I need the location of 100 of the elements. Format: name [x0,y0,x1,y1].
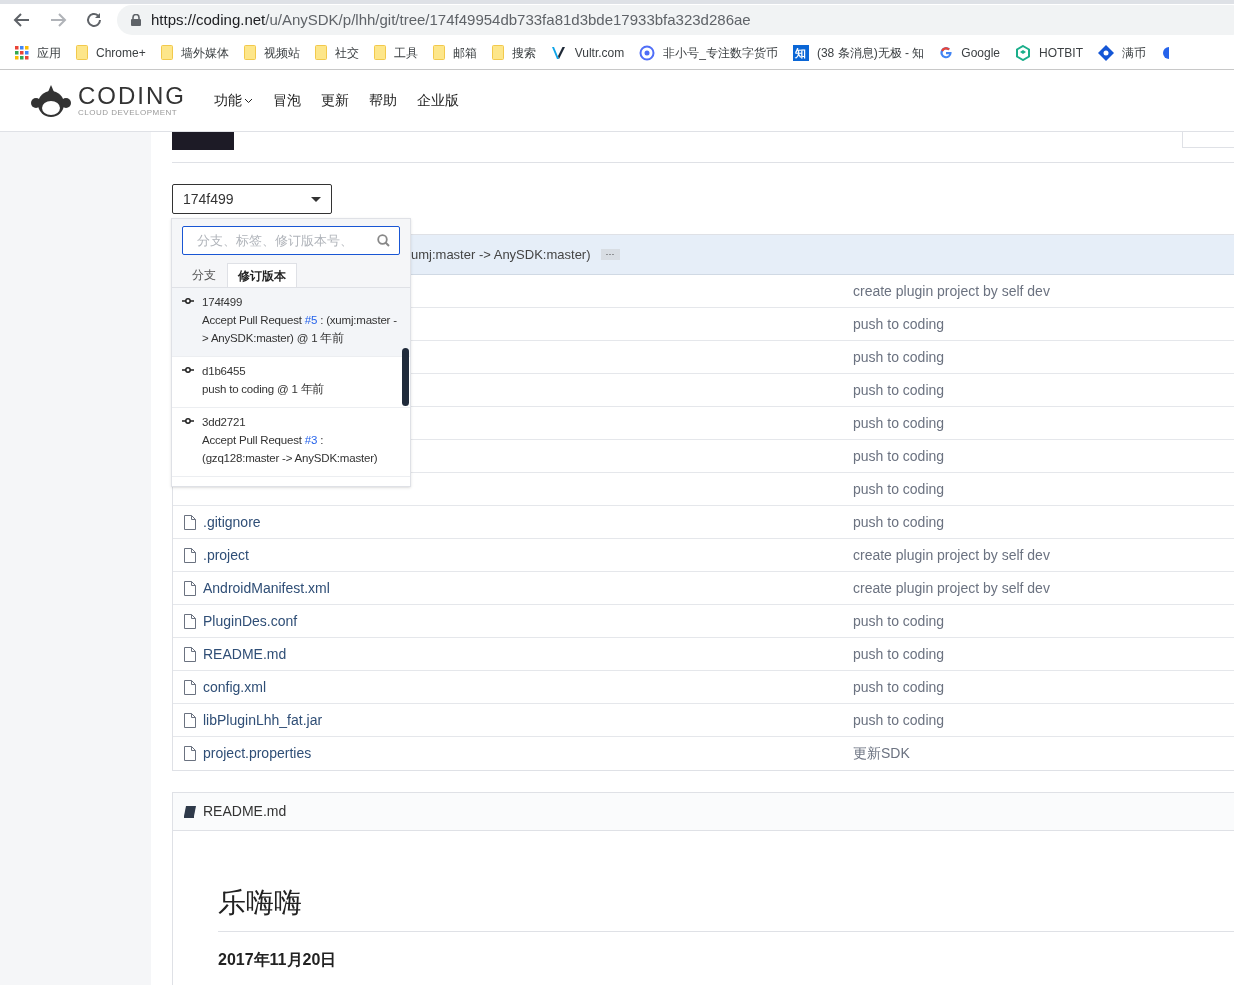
v-logo-icon [550,45,567,60]
folder-icon [160,45,173,60]
file-icon [184,746,196,761]
commit-message: push to coding [853,710,945,730]
file-icon [184,547,196,563]
file-icon [184,712,196,728]
bookmark-link[interactable]: 社交 [334,43,359,62]
commit-message: create plugin project by self dev [853,578,1050,598]
search-icon [377,234,390,247]
bookmark-link[interactable]: Chrome+ [96,43,146,62]
g-logo-icon [939,45,954,60]
bookmark-link[interactable]: 墙外媒体 [180,43,229,62]
commit-message: create plugin project by self dev [853,545,1050,565]
bookmark-link[interactable]: Vultr.com [574,43,625,62]
commit-message: push to coding [853,446,945,466]
bookmark-link[interactable]: 非小号_专注数字货币 [663,43,778,62]
blob-logo-icon [1161,45,1169,60]
dark-block [172,132,234,150]
nav-link[interactable]: 功能 [214,90,253,111]
bookmark-link[interactable]: 邮箱 [452,43,477,62]
ref-select[interactable]: 174f499 [172,184,332,214]
caret-icon [311,196,321,202]
commit-message: Accept Pull Request #5 : (xumj:master -> AnySDK:master) @ 1 年前 [202,313,398,346]
file-icon [184,514,196,530]
commit-icon [182,298,194,304]
logo-subtitle: CLOUD DEVELOPMENT [78,108,179,117]
file-link[interactable]: README.md [203,643,287,665]
bookmark-link[interactable]: 满币 [1122,43,1146,62]
bookmark-link[interactable]: 应用 [37,43,61,62]
chevron-down-icon [244,97,253,104]
reload-icon[interactable] [85,11,103,29]
commit-message: push to coding [853,512,945,532]
menu-tab[interactable]: 分支 [182,263,226,287]
menu-tab[interactable]: 修订版本 [227,263,297,287]
readme-heading: 乐嗨嗨 [218,885,1234,932]
commit-hash: 3dd2721 [202,415,247,430]
readme-date: 2017年11月20日 [218,950,338,970]
commit-message: 更新SDK [853,744,910,763]
file-link[interactable]: .project [203,544,249,566]
commit-item[interactable]: 3dd2721 Accept Pull Request #3 : (gzq128:master -> AnySDK:master) [172,408,410,477]
scrollbar-thumb[interactable] [402,348,409,406]
bookmark-link[interactable]: 工具 [393,43,418,62]
file-icon [184,679,196,695]
readme-title: README.md [203,802,287,821]
commit-item[interactable]: 174f499 Accept Pull Request #5 : (xumj:master -> AnySDK:master) @ 1 年前 [172,288,410,357]
commit-message: push to coding [853,479,945,499]
commit-message: push to coding [853,611,945,631]
folder-icon [432,45,445,60]
logo-text: CODING [78,84,186,108]
nav-link[interactable]: 帮助 [369,90,397,111]
file-link[interactable]: PluginDes.conf [203,610,298,632]
folder-icon [76,45,88,60]
commit-message: push to coding [853,644,945,664]
commit-message: umj:master -> AnySDK:master) [411,245,591,264]
search-field[interactable]: 分支、标签、修订版本号、 [182,226,400,255]
commit-hash: d1b6455 [202,364,247,379]
back-icon[interactable] [13,11,31,29]
more-button[interactable]: ··· [600,249,620,260]
bookmark-link[interactable]: 视频站 [263,43,300,62]
apps-grid-icon [15,45,29,60]
commit-message: push to coding @ 1 年前 [202,382,325,397]
pull-request-link[interactable]: #5 [304,314,318,326]
bookmark-link[interactable]: Google [961,43,1000,62]
url-text: https://coding.net/u/AnySDK/p/lhh/git/tree/174f49954db733fa81d3bde17933bfa323d286ae [151,9,751,30]
nav-link[interactable]: 更新 [321,90,349,111]
circle-logo-icon [639,44,656,61]
commit-item[interactable]: d1b6455 push to coding @ 1 年前 [172,357,410,408]
commit-message: push to coding [853,314,945,334]
file-icon [184,580,196,596]
zhihu-logo-icon: 知 [792,44,809,61]
diamond-logo-icon [1098,44,1114,61]
commit-message: Accept Pull Request #3 : (gzq128:master -> AnySDK:master) [202,433,379,466]
pull-request-link[interactable]: #3 [304,434,318,446]
hexagon-logo-icon [1015,44,1031,61]
bookmark-link[interactable]: 搜索 [511,43,536,62]
commit-message: push to coding [853,413,945,433]
folder-icon [491,45,504,60]
folder-icon [314,45,327,60]
file-link[interactable]: AndroidManifest.xml [203,577,330,599]
address-bar[interactable]: https://coding.net/u/AnySDK/p/lhh/git/tree/174f49954db733fa81d3bde17933bfa323d286ae [117,5,1234,35]
commit-message: push to coding [853,380,945,400]
file-icon [184,613,196,629]
bookmark-link[interactable]: HOTBIT [1039,43,1083,62]
file-link[interactable]: project.properties [203,743,312,764]
file-link[interactable]: .gitignore [203,511,261,533]
bookmark-link[interactable]: (38 条消息)无极 - 知 [816,43,925,62]
commit-hash: 174f499 [202,295,244,310]
commit-message: push to coding [853,347,945,367]
nav-link[interactable]: 企业版 [417,90,459,111]
folder-icon [243,45,256,60]
nav-link[interactable]: 冒泡 [273,90,301,111]
lock-icon [131,14,141,26]
commit-message: push to coding [853,677,945,697]
file-icon [184,646,196,662]
commit-message: create plugin project by self dev [853,281,1050,301]
file-link[interactable]: config.xml [203,676,267,698]
folder-icon [373,45,386,60]
commit-icon [182,367,194,373]
file-link[interactable]: libPluginLhh_fat.jar [203,709,323,731]
commit-icon [182,418,194,424]
